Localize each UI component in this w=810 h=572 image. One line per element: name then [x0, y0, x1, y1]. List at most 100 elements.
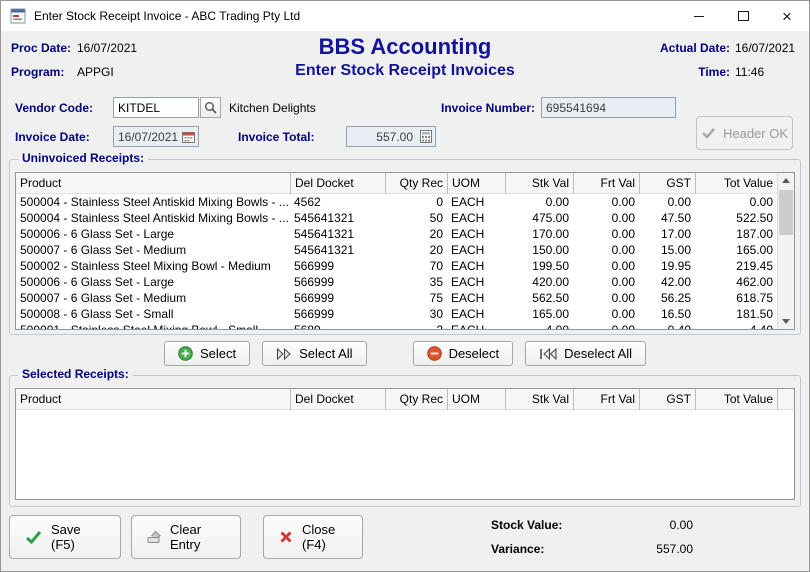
uninvoiced-table-body: 500004 - Stainless Steel Antiskid Mixing…: [16, 194, 777, 329]
titlebar: Enter Stock Receipt Invoice - ABC Tradin…: [1, 1, 809, 31]
column-header-stk-val[interactable]: Stk Val: [505, 389, 573, 410]
column-header-qty-rec[interactable]: Qty Rec: [385, 173, 447, 194]
table-header-filler: [777, 389, 794, 410]
minimize-button[interactable]: [677, 1, 721, 31]
deselect-button[interactable]: Deselect: [413, 341, 514, 366]
selected-table-body: [16, 410, 777, 499]
column-header-stk-val[interactable]: Stk Val: [505, 173, 573, 194]
invoice-number-label: Invoice Number:: [441, 101, 535, 115]
vendor-code-field[interactable]: [113, 97, 199, 118]
variance-label: Variance:: [491, 542, 601, 566]
column-header-tot-value[interactable]: Tot Value: [695, 389, 777, 410]
table-cell: 475.00: [505, 210, 573, 226]
table-cell: EACH: [447, 210, 505, 226]
select-all-button[interactable]: Select All: [262, 341, 366, 366]
column-header-uom[interactable]: UOM: [447, 389, 505, 410]
column-header-frt-val[interactable]: Frt Val: [573, 389, 639, 410]
save-button[interactable]: Save (F5): [9, 515, 121, 559]
column-header-qty-rec[interactable]: Qty Rec: [385, 389, 447, 410]
scrollbar-thumb[interactable]: [779, 190, 793, 235]
table-row[interactable]: 500006 - 6 Glass Set - Large56699935EACH…: [16, 274, 777, 290]
table-row[interactable]: 500002 - Stainless Steel Mixing Bowl - M…: [16, 258, 777, 274]
table-cell: 566999: [290, 290, 385, 306]
column-header-frt-val[interactable]: Frt Val: [573, 173, 639, 194]
column-header-product[interactable]: Product: [16, 173, 290, 194]
table-cell: 0: [385, 194, 447, 210]
table-cell: 17.00: [639, 226, 695, 242]
table-cell: 165.00: [695, 242, 777, 258]
table-cell: 545641321: [290, 242, 385, 258]
stock-value-label: Stock Value:: [491, 518, 601, 542]
calendar-button[interactable]: [180, 128, 197, 145]
invoice-number-field[interactable]: [541, 97, 676, 118]
table-cell: EACH: [447, 274, 505, 290]
table-cell: 30: [385, 306, 447, 322]
column-header-del-docket[interactable]: Del Docket: [290, 389, 385, 410]
table-cell: 170.00: [505, 226, 573, 242]
scroll-down-button[interactable]: [778, 314, 794, 329]
table-cell: 566999: [290, 306, 385, 322]
table-cell: 16.50: [639, 306, 695, 322]
close-button[interactable]: ×: [765, 1, 809, 31]
header-ok-button[interactable]: Header OK: [696, 116, 793, 150]
table-row[interactable]: 500008 - 6 Glass Set - Small56699930EACH…: [16, 306, 777, 322]
double-arrow-right-icon: [276, 348, 292, 360]
table-row[interactable]: 500007 - 6 Glass Set - Medium56699975EAC…: [16, 290, 777, 306]
eraser-icon: [147, 530, 161, 544]
column-header-gst[interactable]: GST: [639, 389, 695, 410]
table-row[interactable]: 500007 - 6 Glass Set - Medium54564132120…: [16, 242, 777, 258]
scroll-up-button[interactable]: [778, 173, 794, 188]
table-row[interactable]: 500001 - Stainless Steel Mixing Bowl - S…: [16, 322, 777, 329]
calculator-button[interactable]: [417, 128, 434, 145]
uninvoiced-table: Product Del Docket Qty Rec UOM Stk Val F…: [15, 172, 795, 330]
table-cell: EACH: [447, 322, 505, 329]
column-header-product[interactable]: Product: [16, 389, 290, 410]
selected-group-label: Selected Receipts:: [18, 367, 133, 381]
close-app-button[interactable]: Close (F4): [263, 515, 363, 559]
table-cell: -4.40: [695, 322, 777, 329]
table-row[interactable]: 500006 - 6 Glass Set - Large54564132120E…: [16, 226, 777, 242]
maximize-button[interactable]: [721, 1, 765, 31]
gray-check-icon: [701, 127, 716, 139]
column-header-uom[interactable]: UOM: [447, 173, 505, 194]
table-cell: EACH: [447, 258, 505, 274]
table-cell: 500001 - Stainless Steel Mixing Bowl - S…: [16, 322, 290, 329]
table-cell: 20: [385, 226, 447, 242]
calendar-icon: [182, 131, 195, 143]
save-button-label: Save (F5): [51, 522, 105, 552]
table-cell: 0.00: [639, 194, 695, 210]
totals: Stock Value: 0.00 Variance: 557.00: [491, 518, 693, 566]
deselect-all-button[interactable]: Deselect All: [525, 341, 646, 366]
magnifier-icon: [204, 101, 217, 114]
uninvoiced-table-header: Product Del Docket Qty Rec UOM Stk Val F…: [16, 173, 794, 194]
calculator-icon: [420, 130, 432, 143]
select-button[interactable]: Select: [164, 341, 250, 366]
table-cell: 566999: [290, 274, 385, 290]
header-right: Actual Date: 16/07/2021 Time: 11:46: [660, 41, 797, 89]
table-cell: EACH: [447, 194, 505, 210]
clear-entry-button[interactable]: Clear Entry: [131, 515, 241, 559]
table-cell: 545641321: [290, 210, 385, 226]
table-cell: -0.40: [639, 322, 695, 329]
vendor-lookup-button[interactable]: [200, 97, 221, 118]
table-row[interactable]: 500004 - Stainless Steel Antiskid Mixing…: [16, 210, 777, 226]
table-cell: 500007 - 6 Glass Set - Medium: [16, 290, 290, 306]
vertical-scrollbar[interactable]: [777, 173, 794, 329]
table-cell: -4.00: [505, 322, 573, 329]
plus-circle-icon: [178, 346, 193, 361]
table-cell: 500004 - Stainless Steel Antiskid Mixing…: [16, 210, 290, 226]
table-cell: 165.00: [505, 306, 573, 322]
uninvoiced-group: Uninvoiced Receipts: Product Del Docket …: [9, 159, 801, 335]
column-header-tot-value[interactable]: Tot Value: [695, 173, 777, 194]
column-header-del-docket[interactable]: Del Docket: [290, 173, 385, 194]
actual-date-value: 16/07/2021: [735, 41, 797, 65]
table-cell: EACH: [447, 290, 505, 306]
time-label: Time:: [660, 65, 730, 89]
selected-group: Selected Receipts: Product Del Docket Qt…: [9, 375, 801, 507]
table-cell: 187.00: [695, 226, 777, 242]
table-row[interactable]: 500004 - Stainless Steel Antiskid Mixing…: [16, 194, 777, 210]
table-cell: 0.00: [573, 226, 639, 242]
table-cell: 219.45: [695, 258, 777, 274]
column-header-gst[interactable]: GST: [639, 173, 695, 194]
table-cell: 500008 - 6 Glass Set - Small: [16, 306, 290, 322]
